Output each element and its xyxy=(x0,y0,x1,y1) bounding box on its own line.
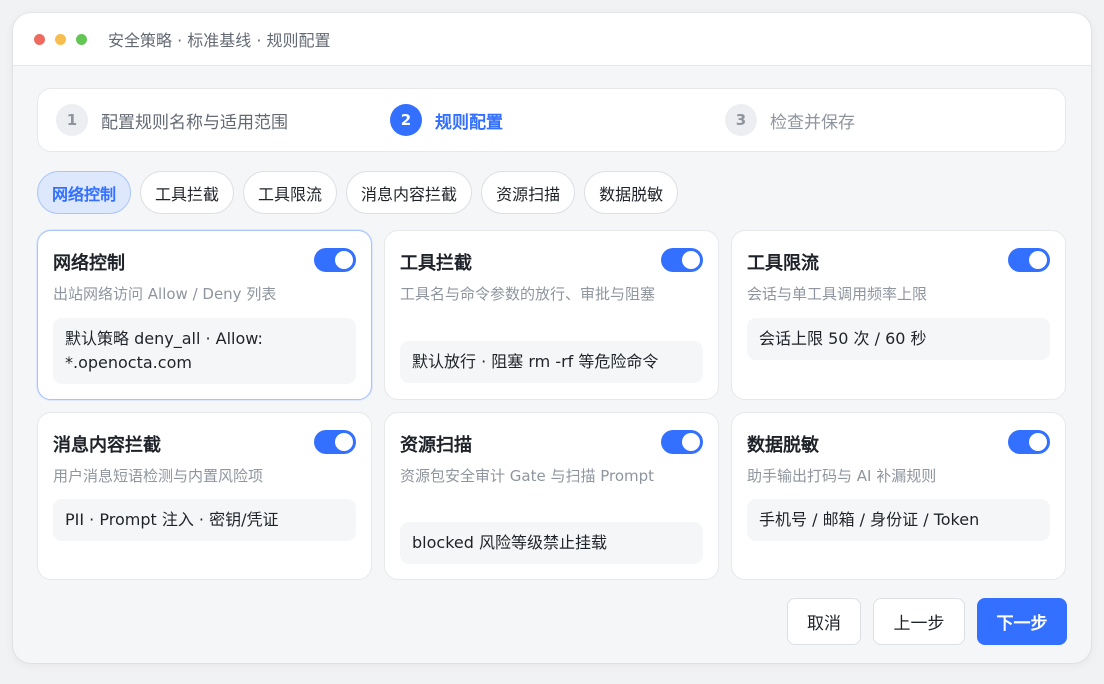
card-title: 消息内容拦截 xyxy=(53,435,161,456)
step-number: 2 xyxy=(390,104,422,136)
step-scope[interactable]: 1 配置规则名称与适用范围 xyxy=(56,104,288,136)
step-number: 1 xyxy=(56,104,88,136)
card-title: 工具拦截 xyxy=(400,253,472,274)
card-value: 会话上限 50 次 / 60 秒 xyxy=(747,318,1050,360)
title-bar: 安全策略 · 标准基线 · 规则配置 xyxy=(13,13,1091,66)
step-label: 配置规则名称与适用范围 xyxy=(101,112,288,133)
card-description: 工具名与命令参数的放行、审批与阻塞 xyxy=(400,285,656,303)
tab-resource-scan[interactable]: 资源扫描 xyxy=(481,171,576,214)
rule-card-tool-interception[interactable]: 工具拦截 工具名与命令参数的放行、审批与阻塞 默认放行 · 阻塞 rm -rf … xyxy=(384,230,719,400)
card-description: 助手输出打码与 AI 补漏规则 xyxy=(747,467,937,485)
step-label: 规则配置 xyxy=(435,112,503,133)
enable-toggle[interactable] xyxy=(314,248,356,272)
toggle-knob xyxy=(682,433,700,451)
close-window-button[interactable] xyxy=(34,33,45,45)
enable-toggle[interactable] xyxy=(1008,248,1050,272)
card-title: 工具限流 xyxy=(747,253,819,274)
card-description: 出站网络访问 Allow / Deny 列表 xyxy=(53,285,277,303)
step-review-save[interactable]: 3 检查并保存 xyxy=(725,104,855,136)
toggle-knob xyxy=(335,251,353,269)
card-description: 用户消息短语检测与内置风险项 xyxy=(53,467,264,485)
rule-card-message-interception[interactable]: 消息内容拦截 用户消息短语检测与内置风险项 PII · Prompt 注入 · … xyxy=(37,412,372,580)
card-title: 资源扫描 xyxy=(400,435,472,456)
card-description: 会话与单工具调用频率上限 xyxy=(747,285,928,303)
minimize-window-button[interactable] xyxy=(55,33,66,45)
card-description: 资源包安全审计 Gate 与扫描 Prompt xyxy=(400,467,655,485)
card-title: 网络控制 xyxy=(53,253,125,274)
rule-card-network-control[interactable]: 网络控制 出站网络访问 Allow / Deny 列表 默认策略 deny_al… xyxy=(37,230,372,400)
app-window: 安全策略 · 标准基线 · 规则配置 1 配置规则名称与适用范围 2 规则配置 … xyxy=(13,13,1091,663)
toggle-knob xyxy=(682,251,700,269)
enable-toggle[interactable] xyxy=(661,430,703,454)
enable-toggle[interactable] xyxy=(314,430,356,454)
card-value: blocked 风险等级禁止挂载 xyxy=(400,522,703,564)
step-number: 3 xyxy=(725,104,757,136)
rule-card-data-masking[interactable]: 数据脱敏 助手输出打码与 AI 补漏规则 手机号 / 邮箱 / 身份证 / To… xyxy=(731,412,1066,580)
toggle-knob xyxy=(1029,251,1047,269)
tab-data-masking[interactable]: 数据脱敏 xyxy=(584,171,679,214)
rule-category-tabs: 网络控制 工具拦截 工具限流 消息内容拦截 资源扫描 数据脱敏 xyxy=(37,171,687,214)
rule-card-resource-scan[interactable]: 资源扫描 资源包安全审计 Gate 与扫描 Prompt blocked 风险等… xyxy=(384,412,719,580)
enable-toggle[interactable] xyxy=(661,248,703,272)
toggle-knob xyxy=(335,433,353,451)
enable-toggle[interactable] xyxy=(1008,430,1050,454)
step-rule-config[interactable]: 2 规则配置 xyxy=(390,104,503,136)
card-value: 默认放行 · 阻塞 rm -rf 等危险命令 xyxy=(400,341,703,383)
tab-message-interception[interactable]: 消息内容拦截 xyxy=(346,171,473,214)
card-value: 手机号 / 邮箱 / 身份证 / Token xyxy=(747,499,1050,541)
tab-tool-interception[interactable]: 工具拦截 xyxy=(140,171,235,214)
step-label: 检查并保存 xyxy=(770,112,855,133)
maximize-window-button[interactable] xyxy=(76,33,87,45)
card-value: 默认策略 deny_all · Allow: *.openocta.com xyxy=(53,318,356,384)
next-step-button[interactable]: 下一步 xyxy=(977,598,1067,645)
previous-step-button[interactable]: 上一步 xyxy=(873,598,965,645)
window-title: 安全策略 · 标准基线 · 规则配置 xyxy=(108,31,331,50)
rule-card-tool-rate-limit[interactable]: 工具限流 会话与单工具调用频率上限 会话上限 50 次 / 60 秒 xyxy=(731,230,1066,400)
toggle-knob xyxy=(1029,433,1047,451)
tab-network-control[interactable]: 网络控制 xyxy=(37,171,132,214)
tab-tool-rate-limit[interactable]: 工具限流 xyxy=(243,171,338,214)
cancel-button[interactable]: 取消 xyxy=(787,598,861,645)
card-value: PII · Prompt 注入 · 密钥/凭证 xyxy=(53,499,356,541)
wizard-stepper: 1 配置规则名称与适用范围 2 规则配置 3 检查并保存 xyxy=(37,88,1066,152)
card-title: 数据脱敏 xyxy=(747,435,819,456)
